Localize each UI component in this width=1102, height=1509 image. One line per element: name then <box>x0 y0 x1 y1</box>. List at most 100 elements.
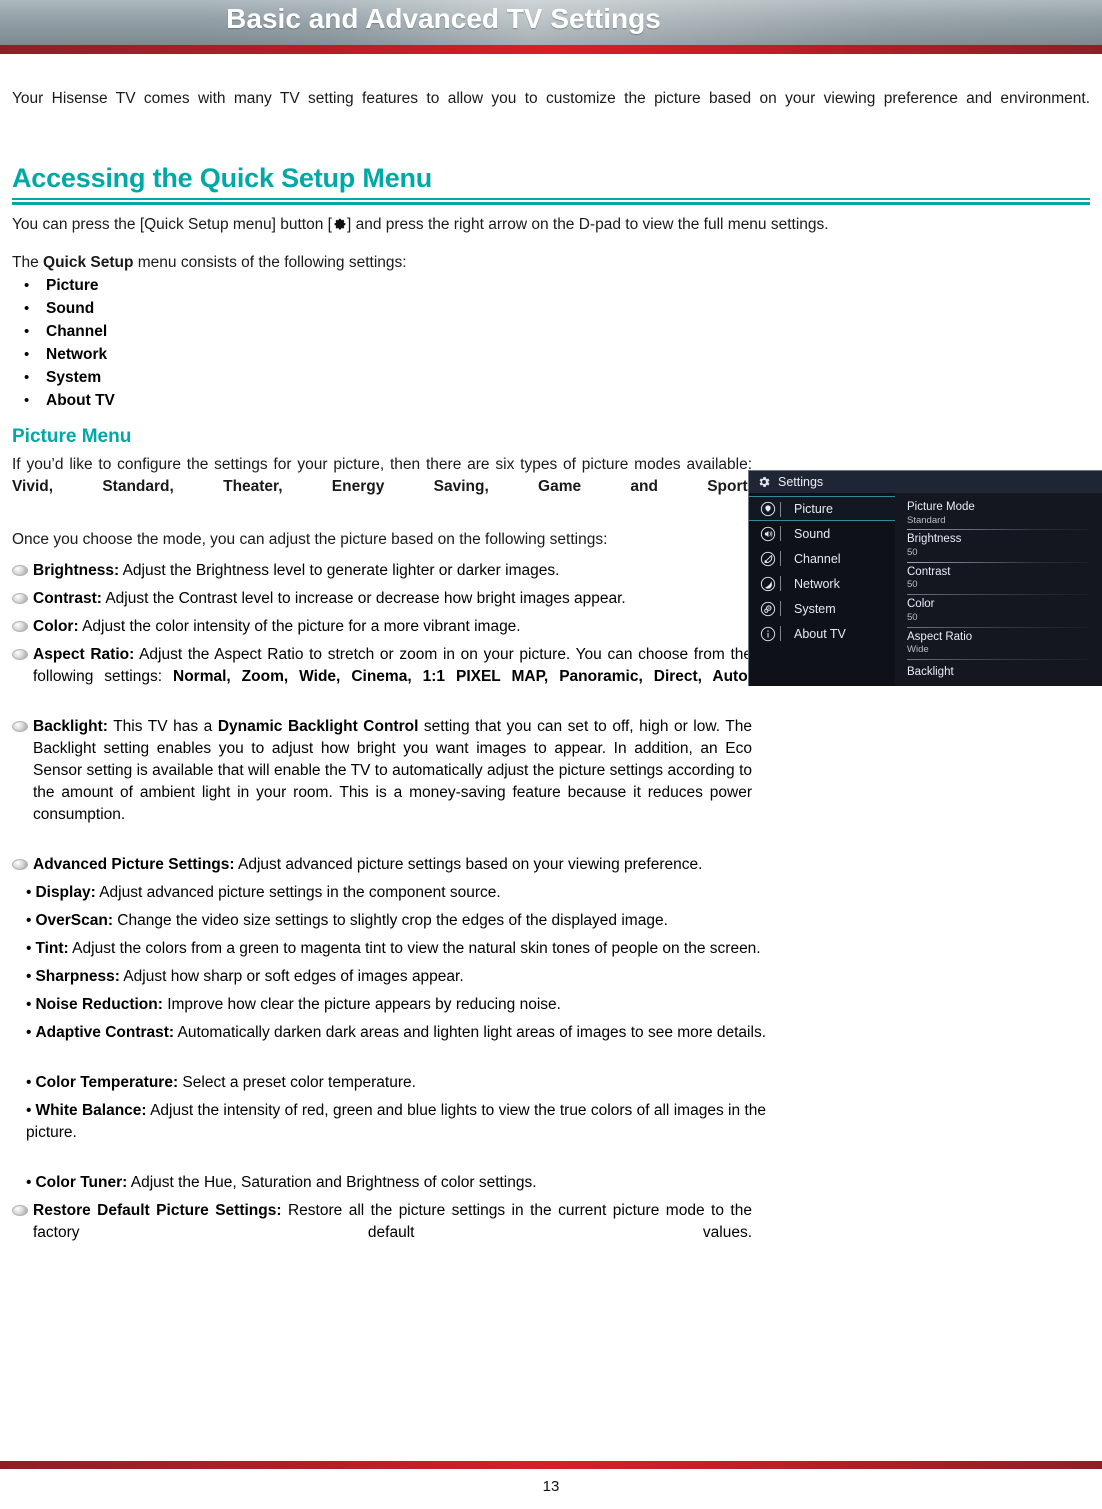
sphere-bullet-icon <box>12 620 28 632</box>
sphere-bullet-icon <box>12 564 28 576</box>
setting-row-color: Color: Adjust the color intensity of the… <box>12 616 752 638</box>
sidebar-item-sound[interactable]: Sound <box>749 521 895 546</box>
heading-picture-menu: Picture Menu <box>12 425 132 447</box>
sidebar-item-about-tv[interactable]: About TV <box>749 621 895 646</box>
tv-option-value: Standard <box>907 514 946 526</box>
sidebar-tick <box>780 526 781 541</box>
sphere-bullet-icon <box>12 592 28 604</box>
tv-settings-menu-screenshot: Settings Picture Sound Channel Network S… <box>748 470 1102 686</box>
bullet-glyph: • <box>26 1101 32 1119</box>
list-intro-prefix: The <box>12 254 44 272</box>
tv-option-name: Brightness <box>907 533 962 546</box>
setting-row-restore-default: Restore Default Picture Settings: Restor… <box>12 1200 752 1266</box>
list-item: • Picture <box>12 275 1090 297</box>
intro-paragraph: Your Hisense TV comes with many TV setti… <box>12 90 1090 107</box>
tv-menu-body: Picture Sound Channel Network System Abo… <box>749 493 1102 686</box>
bullet-glyph: • <box>24 299 30 317</box>
tv-option-name: Aspect Ratio <box>907 630 973 643</box>
bullet-glyph: • <box>26 911 32 929</box>
info-icon <box>760 626 776 642</box>
sidebar-item-system[interactable]: System <box>749 596 895 621</box>
setting-row-brightness: Brightness: Adjust the Brightness level … <box>12 560 752 582</box>
bullet-glyph: • <box>26 995 32 1013</box>
sub-setting-overscan: • OverScan: Change the video size setting… <box>26 910 766 932</box>
sub-setting-label: Noise Reduction: <box>35 995 163 1013</box>
sidebar-item-label: Channel <box>794 551 841 566</box>
picture-menu-intro: If you’d like to configure the settings … <box>12 454 752 521</box>
list-item-label: System <box>46 368 102 386</box>
page-header: Basic and Advanced TV Settings <box>0 0 1102 55</box>
sub-setting-text: Automatically darken dark areas and ligh… <box>174 1023 766 1041</box>
setting-label: Advanced Picture Settings: <box>33 855 235 873</box>
tv-option-picture-mode[interactable]: Picture Mode Standard <box>907 498 1088 531</box>
tv-menu-options-list: Picture Mode Standard Brightness 50 Cont… <box>895 493 1102 686</box>
system-gear-icon <box>760 601 776 617</box>
tv-menu-titlebar: Settings <box>749 471 1102 493</box>
setting-text: This TV has a <box>107 717 218 735</box>
sidebar-item-picture[interactable]: Picture <box>749 496 895 521</box>
setting-label: Brightness: <box>33 561 120 579</box>
tv-menu-sidebar: Picture Sound Channel Network System Abo… <box>749 493 895 686</box>
quick-setup-instruction-after: ] and press the right arrow on the D-pad… <box>346 215 829 233</box>
tv-option-value: 50 <box>907 579 918 591</box>
list-item-label: Sound <box>46 299 95 317</box>
footer-red-rule <box>0 1461 1102 1469</box>
tv-option-value: Wide <box>907 644 929 656</box>
setting-row-backlight: Backlight: This TV has a Dynamic Backlig… <box>12 716 752 848</box>
list-item: • Network <box>12 344 1090 366</box>
picture-modes-bold: Vivid, Standard, Theater, Energy Saving,… <box>12 478 748 496</box>
sidebar-tick <box>780 626 781 641</box>
tv-option-value: 50 <box>907 547 918 558</box>
tv-option-brightness[interactable]: Brightness 50 <box>907 530 1088 563</box>
sub-setting-text: Improve how clear the picture appears by… <box>162 995 561 1013</box>
quick-setup-list-intro: The Quick Setup menu consists of the fol… <box>12 252 1090 274</box>
bullet-glyph: • <box>24 276 30 294</box>
quick-setup-instruction: You can press the [Quick Setup menu] but… <box>12 214 1090 236</box>
sub-setting-label: Tint: <box>35 939 69 957</box>
sphere-bullet-icon <box>12 1204 28 1216</box>
sidebar-tick <box>780 502 781 517</box>
dynamic-backlight-control-bold: Dynamic Backlight Control <box>217 717 419 735</box>
sidebar-item-network[interactable]: Network <box>749 571 895 596</box>
sidebar-tick <box>780 601 781 616</box>
sphere-bullet-icon <box>12 720 28 732</box>
sub-setting-sharpness: • Sharpness: Adjust how sharp or soft edg… <box>26 966 766 988</box>
tv-option-name: Color <box>907 598 935 611</box>
list-item-label: About TV <box>46 391 115 409</box>
header-red-rule <box>0 45 1102 54</box>
page-number: 13 <box>542 1478 560 1495</box>
sphere-bullet-icon <box>12 858 28 870</box>
sidebar-tick <box>780 551 781 566</box>
gear-icon <box>332 216 347 231</box>
tv-option-backlight[interactable]: Backlight <box>907 660 1088 686</box>
sub-setting-adaptive-contrast: • Adaptive Contrast: Automatically darken… <box>26 1022 766 1066</box>
satellite-dish-icon <box>760 551 776 567</box>
tv-option-name: Contrast <box>907 565 951 578</box>
page-footer: 13 <box>0 1461 1102 1509</box>
aspect-ratio-options: Normal, Zoom, Wide, Cinema, 1:1 PIXEL MA… <box>173 667 752 685</box>
sub-setting-label: Display: <box>35 883 96 901</box>
tv-option-color[interactable]: Color 50 <box>907 595 1088 628</box>
tv-menu-title: Settings <box>778 475 824 489</box>
sidebar-item-label: About TV <box>794 626 846 641</box>
sub-setting-label: Adaptive Contrast: <box>35 1023 175 1041</box>
sub-setting-display: • Display: Adjust advanced picture settin… <box>26 882 766 904</box>
sub-setting-text: Adjust how sharp or soft edges of images… <box>119 967 464 985</box>
setting-label: Contrast: <box>33 589 102 607</box>
bullet-glyph: • <box>26 1173 32 1191</box>
tv-option-contrast[interactable]: Contrast 50 <box>907 563 1088 596</box>
sub-setting-label: Color Tuner: <box>35 1173 128 1191</box>
tv-option-aspect-ratio[interactable]: Aspect Ratio Wide <box>907 628 1088 661</box>
sidebar-item-label: System <box>794 601 836 616</box>
list-item: • About TV <box>12 390 1090 412</box>
list-intro-bold: Quick Setup <box>43 254 134 272</box>
bullet-glyph: • <box>24 345 30 363</box>
tv-option-name: Backlight <box>907 666 954 679</box>
sub-setting-label: OverScan: <box>35 911 113 929</box>
setting-label: Backlight: <box>33 717 108 735</box>
picture-menu-intro-prefix: If you’d like to configure the settings … <box>12 455 752 473</box>
list-intro-suffix: menu consists of the following settings: <box>133 254 407 272</box>
bullet-glyph: • <box>24 391 30 409</box>
sidebar-item-channel[interactable]: Channel <box>749 546 895 571</box>
sub-setting-color-temperature: • Color Temperature: Select a preset colo… <box>26 1072 766 1094</box>
